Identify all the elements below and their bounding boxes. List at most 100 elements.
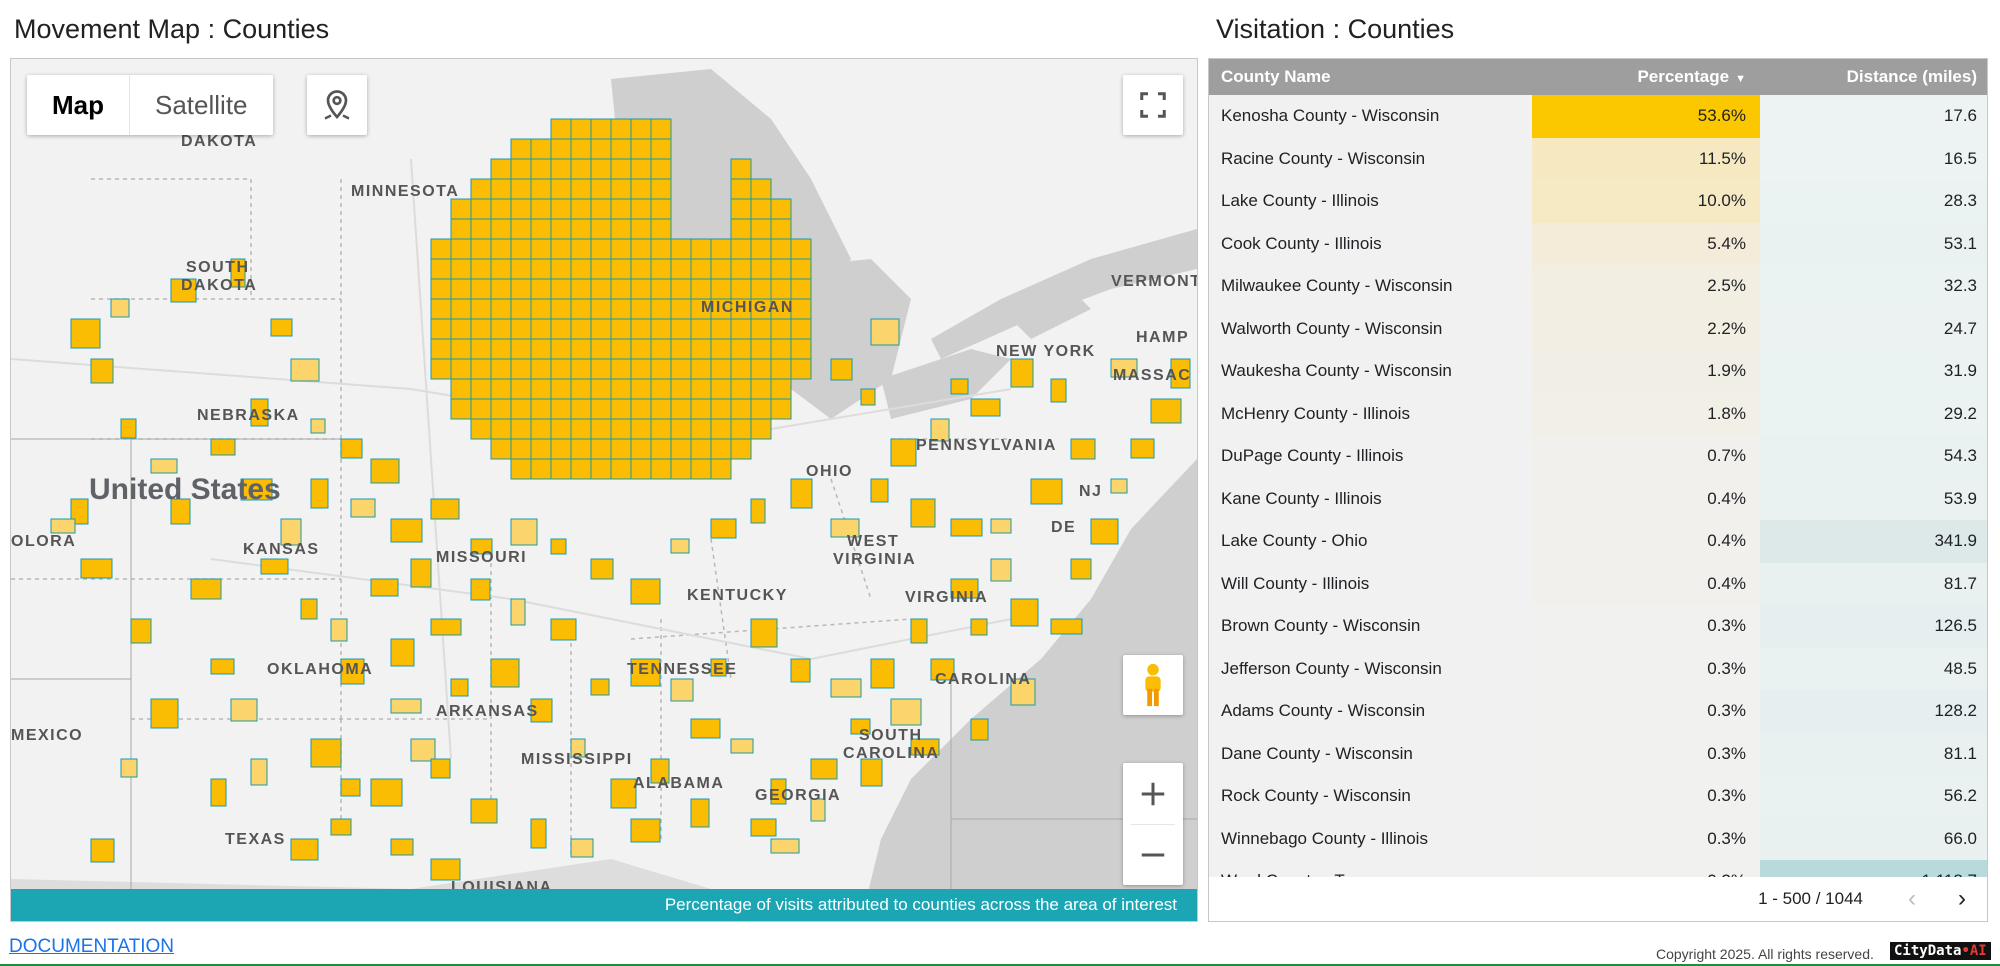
county-shape[interactable] <box>330 618 348 642</box>
county-shape[interactable] <box>570 398 592 420</box>
county-shape[interactable] <box>1090 518 1119 545</box>
county-shape[interactable] <box>490 318 512 340</box>
county-shape[interactable] <box>1030 478 1063 505</box>
county-shape[interactable] <box>530 198 552 220</box>
county-shape[interactable] <box>150 698 179 729</box>
county-shape[interactable] <box>630 318 652 340</box>
county-shape[interactable] <box>630 178 652 200</box>
county-shape[interactable] <box>730 378 752 400</box>
county-shape[interactable] <box>470 178 492 200</box>
county-shape[interactable] <box>690 458 712 480</box>
county-shape[interactable] <box>690 258 712 280</box>
county-shape[interactable] <box>610 298 632 320</box>
county-shape[interactable] <box>610 238 632 260</box>
county-shape[interactable] <box>610 218 632 240</box>
county-shape[interactable] <box>430 358 452 380</box>
county-shape[interactable] <box>490 438 512 460</box>
county-shape[interactable] <box>630 458 652 480</box>
county-shape[interactable] <box>670 418 692 440</box>
county-shape[interactable] <box>430 278 452 300</box>
county-shape[interactable] <box>530 398 552 420</box>
county-shape[interactable] <box>750 818 777 837</box>
county-shape[interactable] <box>470 378 492 400</box>
county-shape[interactable] <box>90 838 115 863</box>
county-shape[interactable] <box>830 358 853 381</box>
county-shape[interactable] <box>590 438 612 460</box>
county-shape[interactable] <box>510 198 532 220</box>
county-shape[interactable] <box>630 118 652 140</box>
county-shape[interactable] <box>970 718 989 741</box>
county-shape[interactable] <box>530 278 552 300</box>
county-shape[interactable] <box>630 218 652 240</box>
county-shape[interactable] <box>550 178 572 200</box>
county-shape[interactable] <box>530 318 552 340</box>
county-shape[interactable] <box>470 338 492 360</box>
county-shape[interactable] <box>770 318 792 340</box>
map-type-satellite-button[interactable]: Satellite <box>130 75 273 135</box>
county-shape[interactable] <box>490 358 512 380</box>
county-shape[interactable] <box>430 758 451 779</box>
county-shape[interactable] <box>1050 618 1083 635</box>
county-shape[interactable] <box>950 518 983 537</box>
county-shape[interactable] <box>550 458 572 480</box>
county-shape[interactable] <box>790 338 812 360</box>
county-shape[interactable] <box>510 258 532 280</box>
county-shape[interactable] <box>730 438 752 460</box>
county-shape[interactable] <box>710 278 732 300</box>
county-shape[interactable] <box>550 318 572 340</box>
county-shape[interactable] <box>130 618 152 644</box>
table-row[interactable]: Winnebago County - Illinois 0.3% 66.0 <box>1209 817 1987 860</box>
county-shape[interactable] <box>690 438 712 460</box>
county-shape[interactable] <box>1130 438 1155 459</box>
county-shape[interactable] <box>770 338 792 360</box>
county-shape[interactable] <box>550 338 572 360</box>
county-shape[interactable] <box>790 358 812 380</box>
county-shape[interactable] <box>890 438 917 467</box>
county-shape[interactable] <box>510 298 532 320</box>
county-shape[interactable] <box>870 478 889 503</box>
county-shape[interactable] <box>670 338 692 360</box>
county-shape[interactable] <box>510 278 532 300</box>
county-shape[interactable] <box>630 438 652 460</box>
county-shape[interactable] <box>450 298 472 320</box>
county-shape[interactable] <box>750 398 772 420</box>
county-shape[interactable] <box>510 238 532 260</box>
county-shape[interactable] <box>570 318 592 340</box>
county-shape[interactable] <box>770 258 792 280</box>
county-shape[interactable] <box>730 278 752 300</box>
county-shape[interactable] <box>690 798 710 828</box>
county-shape[interactable] <box>770 218 792 240</box>
county-shape[interactable] <box>490 198 512 220</box>
county-shape[interactable] <box>490 298 512 320</box>
county-shape[interactable] <box>1070 438 1096 460</box>
zoom-in-button[interactable] <box>1123 764 1183 824</box>
county-shape[interactable] <box>410 558 432 588</box>
county-shape[interactable] <box>690 398 712 420</box>
county-shape[interactable] <box>450 358 472 380</box>
county-shape[interactable] <box>430 258 452 280</box>
county-shape[interactable] <box>590 338 612 360</box>
county-shape[interactable] <box>530 378 552 400</box>
county-shape[interactable] <box>610 258 632 280</box>
county-shape[interactable] <box>750 218 772 240</box>
county-shape[interactable] <box>510 218 532 240</box>
county-shape[interactable] <box>610 178 632 200</box>
county-shape[interactable] <box>50 518 76 534</box>
county-shape[interactable] <box>470 298 492 320</box>
county-shape[interactable] <box>510 378 532 400</box>
county-shape[interactable] <box>70 318 101 349</box>
county-shape[interactable] <box>410 738 436 762</box>
county-shape[interactable] <box>710 358 732 380</box>
county-shape[interactable] <box>730 738 754 754</box>
county-shape[interactable] <box>590 558 614 580</box>
county-shape[interactable] <box>610 418 632 440</box>
table-row[interactable]: Lake County - Illinois 10.0% 28.3 <box>1209 180 1987 223</box>
county-shape[interactable] <box>550 438 572 460</box>
county-shape[interactable] <box>490 278 512 300</box>
table-row[interactable]: Jefferson County - Wisconsin 0.3% 48.5 <box>1209 647 1987 690</box>
county-shape[interactable] <box>390 838 414 856</box>
county-shape[interactable] <box>970 618 988 636</box>
county-shape[interactable] <box>630 398 652 420</box>
county-shape[interactable] <box>90 358 114 384</box>
county-shape[interactable] <box>570 158 592 180</box>
